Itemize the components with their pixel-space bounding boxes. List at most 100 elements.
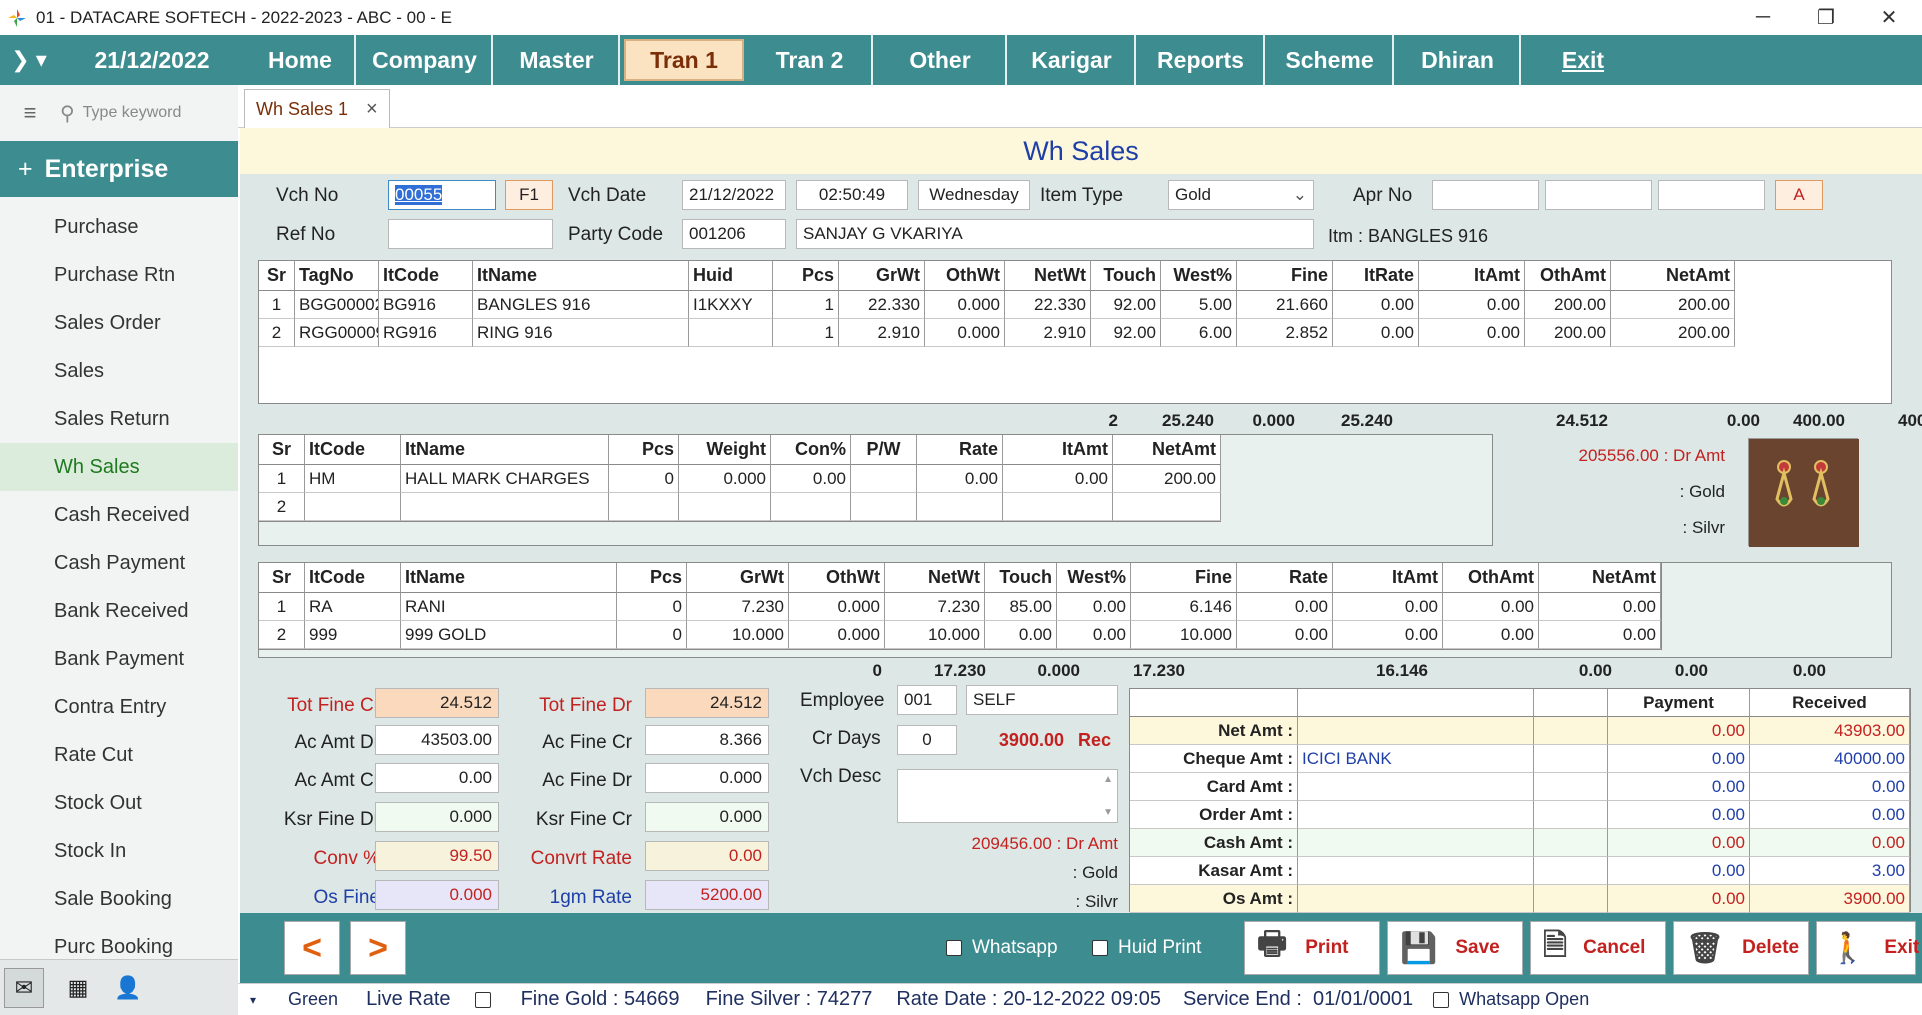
user-key-icon[interactable]: 👤: [108, 968, 148, 1008]
menu-tran1[interactable]: Tran 1: [624, 39, 744, 81]
ac-amt-dr-input[interactable]: 43503.00: [375, 725, 499, 755]
exit-button[interactable]: 🚶 Exit: [1816, 921, 1919, 975]
f1-button[interactable]: F1: [505, 180, 553, 210]
close-tab-icon[interactable]: ×: [366, 98, 378, 121]
menu-dhiran[interactable]: Dhiran: [1396, 35, 1521, 85]
sidebar-item-purchase[interactable]: Purchase: [0, 203, 238, 251]
restore-button[interactable]: ❐: [1795, 0, 1857, 35]
menu-reports[interactable]: Reports: [1138, 35, 1265, 85]
sidebar-item-rate-cut[interactable]: Rate Cut: [0, 731, 238, 779]
calendar-icon[interactable]: ▦: [58, 968, 98, 1008]
tot-fine-cr-input[interactable]: 24.512: [375, 688, 499, 718]
menu-karigar[interactable]: Karigar: [1009, 35, 1136, 85]
charges-grid[interactable]: Sr ItCode ItName Pcs Weight Con% P/W Rat…: [258, 434, 1221, 522]
payment-row-card-amt[interactable]: Card Amt : 0.00 0.00: [1130, 773, 1910, 801]
search-input[interactable]: Type keyword: [83, 104, 182, 122]
party-name-input[interactable]: SANJAY G VKARIYA: [796, 219, 1314, 249]
employee-name-input[interactable]: SELF: [966, 685, 1118, 715]
ref-no-input[interactable]: [388, 219, 553, 249]
vch-date-input[interactable]: 21/12/2022: [682, 180, 786, 210]
table-row[interactable]: 1 BGG00002 BG916 BANGLES 916 I1KXXY 1 22…: [259, 291, 1735, 319]
delete-button[interactable]: 🗑 Delete: [1673, 921, 1809, 975]
payment-row-order-amt[interactable]: Order Amt : 0.00 0.00: [1130, 801, 1910, 829]
live-rate-checkbox[interactable]: [474, 991, 491, 1008]
table-row[interactable]: 1 RA RANI 0 7.230 0.000 7.230 85.00 0.00…: [259, 593, 1661, 621]
table-row[interactable]: 2: [259, 493, 1221, 521]
menu-exit[interactable]: Exit: [1523, 35, 1643, 85]
minimize-button[interactable]: ─: [1732, 0, 1794, 35]
menu-scheme[interactable]: Scheme: [1267, 35, 1394, 85]
table-row[interactable]: 1 HM HALL MARK CHARGES 0 0.000 0.00 0.00…: [259, 465, 1221, 493]
apr-no-input-2[interactable]: [1545, 180, 1652, 210]
tot-fine-dr-input[interactable]: 24.512: [645, 688, 769, 718]
sidebar-item-bank-payment[interactable]: Bank Payment: [0, 635, 238, 683]
employee-code-input[interactable]: 001: [897, 685, 957, 715]
item-type-select[interactable]: Gold ⌄: [1168, 180, 1314, 210]
payment-grid[interactable]: Payment Received Net Amt : 0.00 43903.00…: [1129, 688, 1911, 913]
menu-toggle-icon[interactable]: ❯ ▾: [0, 35, 58, 85]
payment-row-os-amt[interactable]: Os Amt : 0.00 3900.00: [1130, 885, 1910, 913]
menu-company[interactable]: Company: [358, 35, 493, 85]
metal-grid[interactable]: Sr ItCode ItName Pcs GrWt OthWt NetWt To…: [258, 562, 1662, 650]
rate-1gm-input[interactable]: 5200.00: [645, 880, 769, 910]
sidebar-item-stock-in[interactable]: Stock In: [0, 827, 238, 875]
sidebar-section-enterprise[interactable]: + Enterprise: [0, 141, 238, 197]
apr-no-input-1[interactable]: [1432, 180, 1539, 210]
print-button[interactable]: 🖶 Print: [1244, 921, 1380, 975]
day-input[interactable]: Wednesday: [918, 180, 1030, 210]
os-fine-input[interactable]: 0.000: [375, 880, 499, 910]
mail-icon[interactable]: ✉: [4, 968, 44, 1008]
cr-days-input[interactable]: 0: [897, 725, 957, 755]
payment-row-cheque-amt[interactable]: Cheque Amt : ICICI BANK 0.00 40000.00: [1130, 745, 1910, 773]
prev-button[interactable]: <: [284, 921, 340, 975]
sidebar-item-contra-entry[interactable]: Contra Entry: [0, 683, 238, 731]
tab-wh-sales-1[interactable]: Wh Sales 1 ×: [244, 89, 390, 128]
ac-fine-cr-input[interactable]: 8.366: [645, 725, 769, 755]
theme-dropdown-icon[interactable]: ▾: [250, 993, 256, 1007]
time-input[interactable]: 02:50:49: [796, 180, 908, 210]
convrt-rate-input[interactable]: 0.00: [645, 841, 769, 871]
sidebar-item-stock-out[interactable]: Stock Out: [0, 779, 238, 827]
sidebar-item-sales-order[interactable]: Sales Order: [0, 299, 238, 347]
sidebar-item-bank-received[interactable]: Bank Received: [0, 587, 238, 635]
table-row[interactable]: 2 RGG00009 RG916 RING 916 1 2.910 0.000 …: [259, 319, 1735, 347]
payment-row-kasar-amt[interactable]: Kasar Amt : 0.00 3.00: [1130, 857, 1910, 885]
vch-desc-input[interactable]: ▲ ▼: [897, 769, 1118, 823]
theme-label[interactable]: Green: [288, 989, 338, 1010]
sidebar-item-cash-received[interactable]: Cash Received: [0, 491, 238, 539]
cancel-button[interactable]: 🗎 Cancel: [1530, 921, 1666, 975]
sidebar-item-purchase-rtn[interactable]: Purchase Rtn: [0, 251, 238, 299]
sidebar-item-cash-payment[interactable]: Cash Payment: [0, 539, 238, 587]
huid-print-checkbox[interactable]: Huid Print: [1092, 937, 1201, 959]
party-code-input[interactable]: 001206: [682, 219, 786, 249]
apr-no-input-3[interactable]: [1658, 180, 1765, 210]
scroll-up-icon[interactable]: ▲: [1103, 774, 1113, 785]
ac-fine-dr-input[interactable]: 0.000: [645, 763, 769, 793]
table-row[interactable]: 2 999 999 GOLD 0 10.000 0.000 10.000 0.0…: [259, 621, 1661, 649]
scroll-down-icon[interactable]: ▼: [1103, 807, 1113, 818]
payment-row-cash-amt[interactable]: Cash Amt : 0.00 0.00: [1130, 829, 1910, 857]
save-button[interactable]: 💾 Save: [1387, 921, 1523, 975]
items-grid[interactable]: Sr TagNo ItCode ItName Huid Pcs GrWt Oth…: [258, 260, 1892, 404]
apr-a-button[interactable]: A: [1775, 180, 1823, 210]
hamburger-icon[interactable]: ≡: [0, 100, 60, 126]
sidebar-item-sales[interactable]: Sales: [0, 347, 238, 395]
whatsapp-checkbox[interactable]: Whatsapp: [946, 937, 1058, 959]
payment-row-net-amt[interactable]: Net Amt : 0.00 43903.00: [1130, 717, 1910, 745]
next-button[interactable]: >: [350, 921, 406, 975]
whatsapp-open-checkbox[interactable]: [1433, 991, 1450, 1008]
ac-amt-cr-input[interactable]: 0.00: [375, 763, 499, 793]
menu-tran2[interactable]: Tran 2: [748, 35, 873, 85]
ksr-fine-dr-input[interactable]: 0.000: [375, 802, 499, 832]
sidebar-item-sale-booking[interactable]: Sale Booking: [0, 875, 238, 923]
menu-master[interactable]: Master: [495, 35, 620, 85]
ksr-fine-cr-input[interactable]: 0.000: [645, 802, 769, 832]
menu-home[interactable]: Home: [246, 35, 356, 85]
conv-input[interactable]: 99.50: [375, 841, 499, 871]
menu-other[interactable]: Other: [875, 35, 1007, 85]
document-tabstrip: Wh Sales 1 ×: [238, 85, 1922, 128]
sidebar-item-wh-sales[interactable]: Wh Sales: [0, 443, 238, 491]
sidebar-item-sales-return[interactable]: Sales Return: [0, 395, 238, 443]
vch-no-input[interactable]: 00055: [388, 180, 496, 210]
close-window-button[interactable]: ✕: [1858, 0, 1920, 35]
